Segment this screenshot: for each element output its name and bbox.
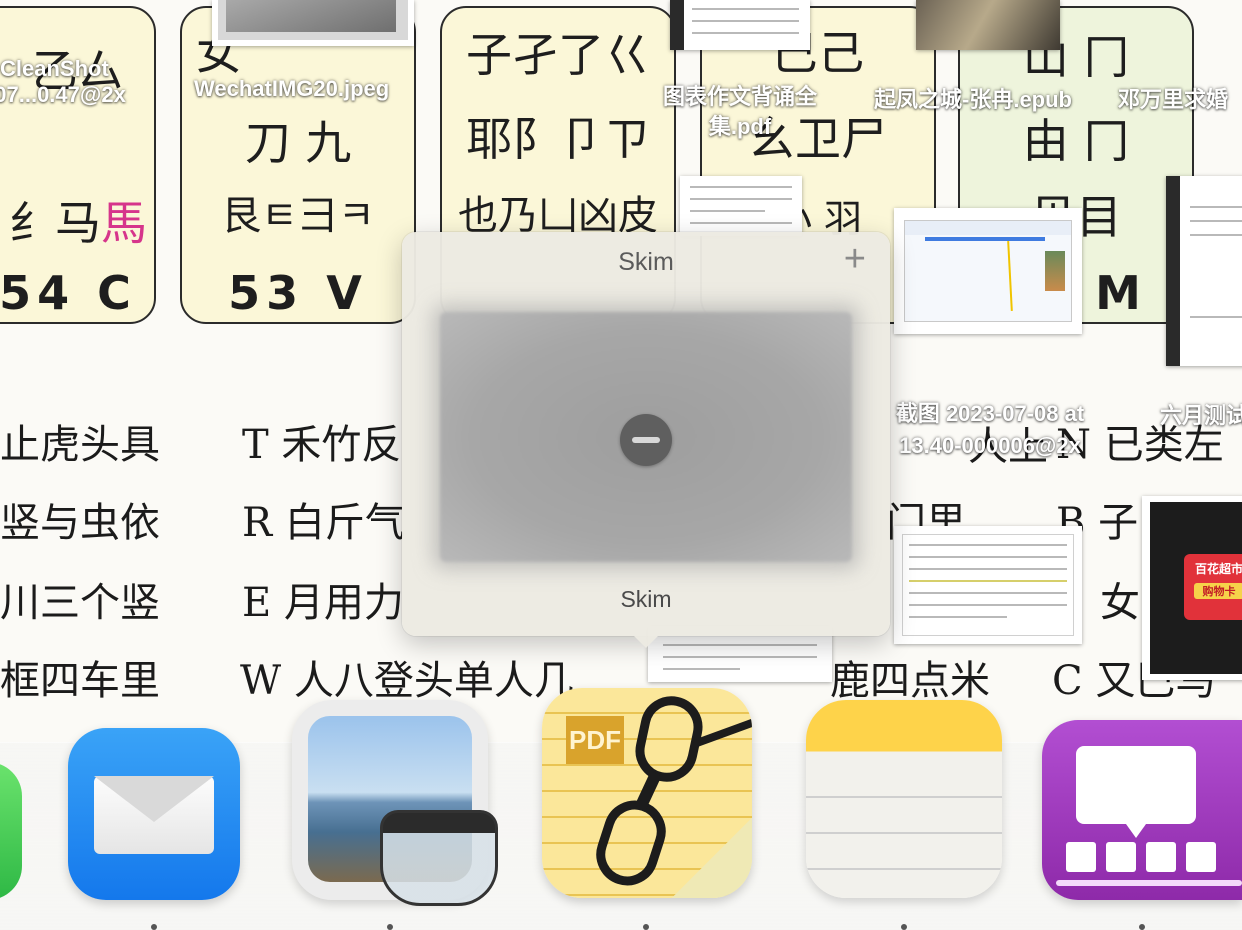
wechat-image-thumbnail[interactable] — [212, 0, 414, 46]
mnemonic-text: 框四车里 — [0, 658, 160, 704]
key-row-2: 由 冂 — [1022, 114, 1130, 168]
file-label-line-1: CleanShot — [0, 56, 109, 81]
popover-arrow — [634, 636, 658, 648]
file-label-screenshot[interactable]: 截图 2023-07-08 at 13.40-000006@2x — [856, 398, 1124, 462]
mnemonic-text: T 禾竹反 — [242, 422, 402, 468]
mnemonic-text: E 月用力 — [242, 580, 404, 626]
mnemonic-text: R 白斤气 — [242, 500, 405, 546]
key-row-2: 耶阝卩ㄗ — [466, 112, 650, 166]
epub-thumbnail[interactable] — [916, 0, 1060, 50]
screenshot-thumbnail[interactable] — [894, 208, 1082, 334]
new-window-plus-icon[interactable]: + — [844, 240, 866, 278]
glasses-bridge — [634, 771, 662, 811]
dock-skim-icon[interactable]: PDF — [542, 688, 752, 898]
card-title: 百花超市 — [1194, 562, 1242, 576]
dock-preview-icon[interactable] — [292, 700, 498, 906]
menu-square — [1146, 842, 1176, 872]
envelope-icon — [94, 776, 214, 854]
mnemonic-text: 川三个竖 — [0, 580, 160, 626]
speech-bubble-icon — [1076, 746, 1196, 838]
menu-square — [1186, 842, 1216, 872]
key-code: 54 C — [0, 266, 137, 320]
running-indicator-hidden-bar — [1139, 924, 1145, 930]
notes-line — [806, 832, 1002, 834]
key-row-3: 艮ㅌ彐ㅋ — [221, 193, 375, 239]
glasses-lens-icon — [588, 792, 674, 894]
wallpaper-key-v: 女 刀 九 艮ㅌ彐ㅋ 53 V — [180, 6, 416, 324]
mnemonic-text: 竖与虫依 — [0, 500, 160, 546]
file-label-line-2: 集.pdf — [708, 114, 772, 139]
file-label-proposal[interactable]: 邓万里求婚 — [1118, 82, 1228, 114]
dock-notes-icon[interactable] — [806, 700, 1002, 898]
key-row-3: 纟马馬 — [0, 200, 154, 246]
notes-line — [806, 796, 1002, 798]
file-label-june-test[interactable]: 六月测试 — [1160, 398, 1242, 430]
running-indicator-notes — [901, 924, 907, 930]
file-label-line-2: 13.40-000006@2x — [899, 433, 1081, 458]
card-subtitle: 购物卡 — [1194, 583, 1242, 599]
screen: 乙厶 纟马馬 54 C 女 刀 九 艮ㅌ彐ㅋ 53 V 子孑了巜 耶阝卩ㄗ 也乃… — [0, 0, 1242, 930]
key-row-1: 子孑了巜 — [466, 28, 650, 82]
doc-thumbnail-chinese-text[interactable] — [894, 526, 1082, 644]
mnemonic-fragment: 鹿四点米 — [830, 658, 990, 704]
mnemonic-text: W 人八登头单人几 — [240, 658, 574, 704]
notes-line — [806, 868, 1002, 870]
dock-hidden-bar-icon[interactable] — [1042, 720, 1242, 900]
loupe-icon — [380, 810, 498, 906]
menu-bar-base — [1056, 880, 1242, 886]
test-doc-thumbnail[interactable] — [1166, 176, 1242, 366]
mnemonic-text: 女 — [1100, 580, 1140, 626]
window-label: Skim — [620, 586, 672, 612]
dock-mail-icon[interactable] — [68, 728, 240, 900]
key-row-2: 刀 九 — [244, 116, 352, 170]
close-window-minus-icon[interactable] — [620, 414, 672, 466]
menu-square — [1106, 842, 1136, 872]
doc-thumbnail[interactable] — [680, 176, 802, 236]
menu-square — [1066, 842, 1096, 872]
file-label-cleanshot[interactable]: CleanShot 2023-07...0.47@2x — [0, 56, 126, 108]
file-label-line-2: 2023-07...0.47@2x — [0, 82, 126, 107]
page-curl-icon — [672, 818, 752, 898]
pdf-thumbnail-chart-essay[interactable] — [670, 0, 810, 50]
file-label-line-1: 截图 2023-07-08 at — [895, 401, 1085, 426]
key-row-3-text: 纟马馬 — [9, 196, 147, 250]
key-row-3: 也乃凵凶皮 — [458, 193, 658, 239]
file-label-wechatimg20[interactable]: WechatIMG20.jpeg — [194, 76, 389, 102]
running-indicator-skim — [643, 924, 649, 930]
file-label-line-1: 图表作文背诵全 — [662, 84, 817, 109]
wallpaper-key-c: 乙厶 纟马馬 54 C — [0, 6, 156, 324]
pdf-badge: PDF — [566, 716, 624, 764]
running-indicator-preview — [387, 924, 393, 930]
skim-app-expose-popover: Skim + Skim — [402, 232, 890, 648]
file-label-chart-essay-pdf[interactable]: 图表作文背诵全 集.pdf — [650, 82, 830, 142]
file-label-epub[interactable]: 起凤之城-张冉.epub — [874, 82, 1072, 114]
running-indicator-mail — [151, 924, 157, 930]
key-code: 53 V — [228, 266, 368, 320]
dock-messages-icon[interactable] — [0, 762, 22, 900]
mnemonic-text: 止虎头具 — [0, 422, 160, 468]
popover-title: Skim — [618, 248, 674, 276]
shopping-card-thumbnail[interactable]: 百花超市 购物卡 — [1142, 496, 1242, 680]
